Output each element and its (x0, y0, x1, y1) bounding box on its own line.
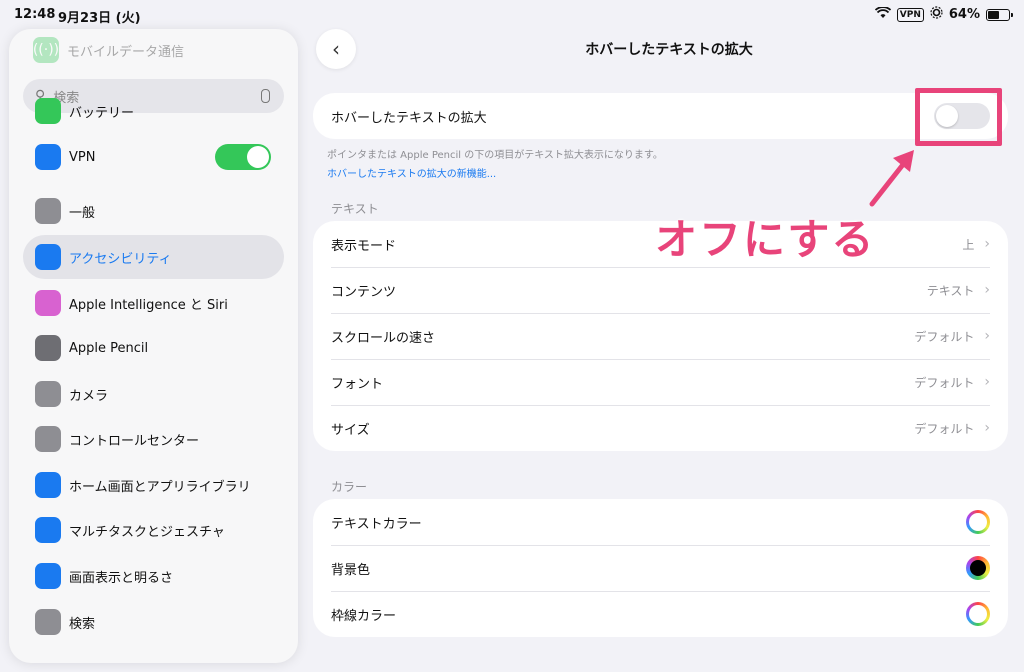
annotation-text: オフにする (655, 215, 876, 264)
annotation-arrow (869, 150, 914, 207)
